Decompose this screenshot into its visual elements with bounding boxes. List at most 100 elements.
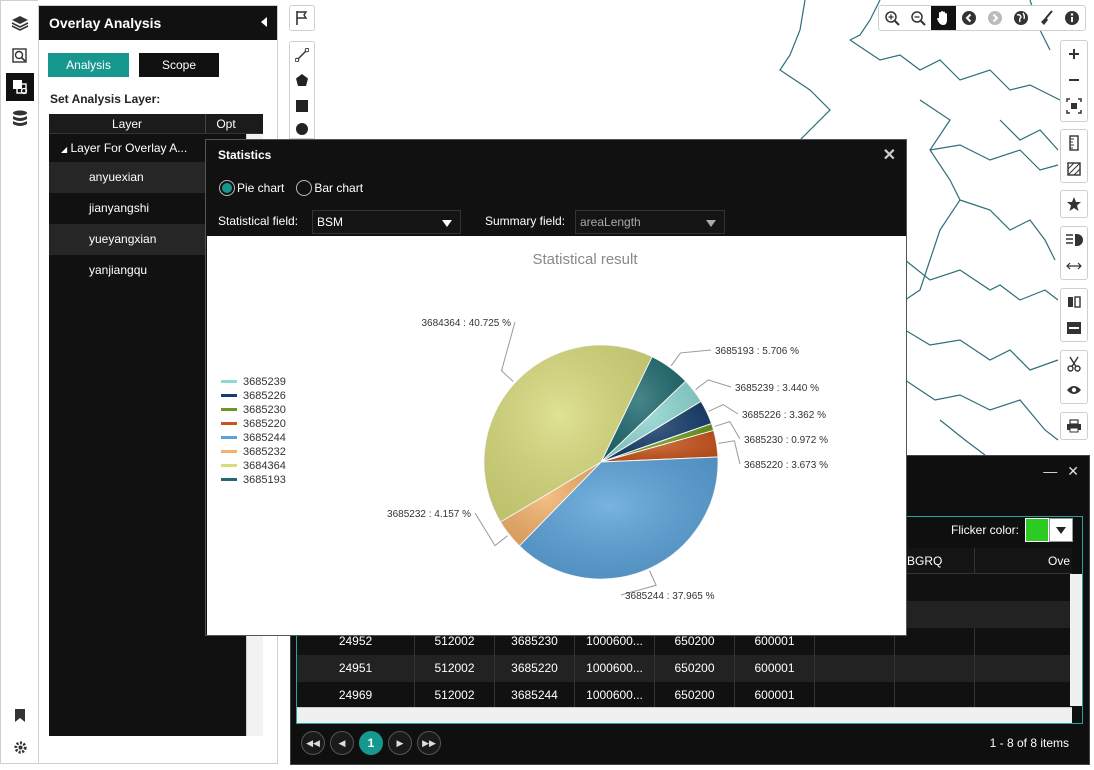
statistical-field-value: BSM [317, 215, 344, 229]
print-icon[interactable] [1061, 413, 1087, 439]
swipe-arrows-icon[interactable] [1061, 253, 1087, 279]
leader-line [718, 440, 741, 465]
data-label-3685193: 3685193 : 5.706 % [715, 346, 799, 357]
clear-broom-icon[interactable] [1034, 6, 1060, 30]
settings-gear-icon[interactable] [6, 733, 34, 761]
data-label-3684364: 3684364 : 40.725 % [421, 318, 511, 329]
legend-item-3684364[interactable]: 3684364 [243, 460, 286, 472]
table-row[interactable]: 24969 512002 3685244 1000600... 650200 6… [297, 682, 1072, 709]
expand-triangle-icon[interactable]: ◢ [61, 145, 67, 154]
compare-tools [1060, 288, 1088, 342]
cell: 24969 [297, 682, 415, 709]
fullscreen-icon[interactable] [1061, 93, 1087, 119]
legend-icon[interactable] [1061, 227, 1087, 253]
legend-swatch-3685232 [221, 450, 237, 453]
edit-tools [1060, 350, 1088, 404]
split-screen-icon[interactable] [1061, 289, 1087, 315]
chevron-down-icon [706, 220, 716, 227]
legend-item-3685230[interactable]: 3685230 [243, 404, 286, 416]
eye-icon[interactable] [1061, 377, 1087, 403]
zoom-plus-icon[interactable] [1061, 41, 1087, 67]
info-icon[interactable] [1059, 6, 1085, 30]
next-extent-icon[interactable] [982, 6, 1008, 30]
legend-item-3685232[interactable]: 3685232 [243, 446, 286, 458]
leader-line [670, 349, 712, 367]
legend-item-3685220[interactable]: 3685220 [243, 418, 286, 430]
prev-page-icon[interactable]: ◀ [330, 731, 354, 755]
measure-area-icon[interactable] [1061, 156, 1087, 182]
bar-chart-radio[interactable] [296, 180, 313, 196]
leader-line [708, 403, 739, 415]
overlay-analysis-icon[interactable] [6, 73, 34, 101]
chart-type-selector: Pie chart Bar chart [219, 180, 363, 196]
draw-line-icon[interactable] [289, 41, 315, 67]
leader-line [695, 379, 732, 391]
layer-root-label: Layer For Overlay A... [70, 141, 188, 155]
cell: 3685220 [495, 655, 575, 682]
legend-swatch-3684364 [221, 464, 237, 467]
first-page-icon[interactable]: ◀◀ [301, 731, 325, 755]
cell: 3685244 [495, 682, 575, 709]
database-icon[interactable] [6, 105, 34, 133]
legend-item-3685244[interactable]: 3685244 [243, 432, 286, 444]
pie-chart-radio[interactable] [219, 180, 235, 196]
close-attribute-icon[interactable]: ✕ [1067, 463, 1079, 480]
ruler-icon[interactable] [1061, 130, 1087, 156]
draw-circle-icon[interactable] [289, 119, 315, 139]
statistics-title: Statistics [218, 148, 272, 162]
pie-chart-label[interactable]: Pie chart [237, 181, 284, 195]
flag-tool-icon[interactable] [289, 5, 315, 31]
collapse-panel-icon[interactable] [261, 17, 267, 27]
data-label-3685220: 3685220 : 3.673 % [744, 460, 828, 471]
summary-field-label: Summary field: [485, 214, 566, 228]
legend-item-3685239[interactable]: 3685239 [243, 376, 286, 388]
query-icon[interactable] [6, 42, 34, 70]
last-page-icon[interactable]: ▶▶ [417, 731, 441, 755]
layers-icon[interactable] [6, 9, 34, 37]
leader-line [500, 321, 516, 382]
next-page-icon[interactable]: ▶ [388, 731, 412, 755]
pie-chart: Statistical result 3685193 : 5.706 % 3685… [221, 251, 828, 602]
table-row[interactable]: 24951 512002 3685220 1000600... 650200 6… [297, 655, 1072, 682]
minimize-icon[interactable]: — [1043, 463, 1057, 480]
cell: 512002 [415, 655, 495, 682]
cell: 1000600... [575, 682, 655, 709]
pan-hand-icon[interactable] [930, 6, 957, 30]
card-icon[interactable] [1061, 315, 1087, 341]
col-header-bgrq[interactable]: BGRQ [895, 548, 975, 573]
tab-analysis[interactable]: Analysis [48, 53, 129, 77]
data-label-3685239: 3685239 : 3.440 % [735, 383, 819, 394]
previous-extent-icon[interactable] [956, 6, 982, 30]
summary-field-value: areaLength [580, 215, 641, 229]
full-extent-globe-icon[interactable] [1008, 6, 1034, 30]
col-header-ove[interactable]: Ove [975, 548, 1072, 573]
overlay-panel-title: Overlay Analysis [49, 15, 162, 31]
data-label-3685230: 3685230 : 0.972 % [744, 435, 828, 446]
zoom-minus-icon[interactable] [1061, 67, 1087, 93]
grid-horizontal-scrollbar[interactable] [297, 707, 1072, 723]
zoom-out-icon[interactable] [905, 6, 931, 30]
bar-chart-label[interactable]: Bar chart [314, 181, 363, 195]
statistical-field-select[interactable]: BSM [312, 210, 461, 234]
star-icon[interactable] [1061, 191, 1087, 217]
draw-rectangle-icon[interactable] [289, 93, 315, 119]
legend-item-3685226[interactable]: 3685226 [243, 390, 286, 402]
cell: 1000600... [575, 655, 655, 682]
bookmark-star-button [1060, 190, 1088, 218]
statistical-field-label: Statistical field: [218, 214, 299, 228]
current-page[interactable]: 1 [359, 731, 383, 755]
zoom-in-icon[interactable] [879, 6, 905, 30]
page-info: 1 - 8 of 8 items [989, 736, 1069, 750]
draw-polygon-icon[interactable] [289, 67, 315, 93]
tab-scope[interactable]: Scope [139, 53, 219, 77]
legend-item-3685193[interactable]: 3685193 [243, 474, 286, 486]
layer-tree-header: Layer Opt [49, 114, 263, 134]
bookmark-icon[interactable] [6, 701, 34, 729]
pie-chart-area: Statistical result 3685193 : 5.706 % 3685… [207, 236, 906, 635]
close-icon[interactable]: ✕ [883, 145, 896, 165]
measure-tools [1060, 129, 1088, 183]
scissors-icon[interactable] [1061, 351, 1087, 377]
left-icon-rail [0, 0, 38, 764]
grid-vertical-scrollbar[interactable] [1070, 574, 1082, 706]
summary-field-select[interactable]: areaLength [575, 210, 725, 234]
